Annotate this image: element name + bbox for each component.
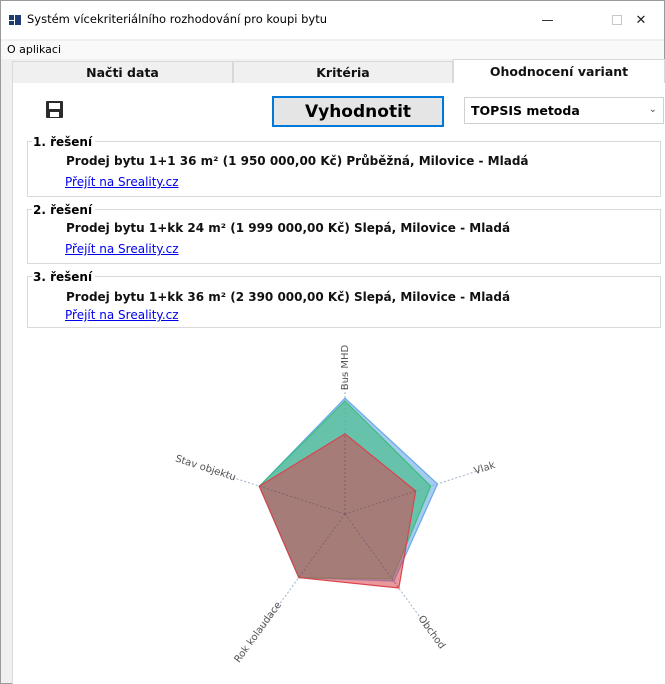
- app-icon: [9, 15, 21, 25]
- evaluate-button[interactable]: Vyhodnotit: [272, 96, 444, 127]
- radar-chart: Bus MHD Vlak Obchod Rok kolaudace Stav objek…: [151, 336, 551, 676]
- sreality-link[interactable]: Přejít na Sreality.cz: [65, 175, 179, 189]
- floppy-disk-icon: [46, 101, 63, 118]
- sreality-link[interactable]: Přejít na Sreality.cz: [65, 308, 179, 322]
- result-group: 2. řešení Prodej bytu 1+kk 24 m² (1 999 …: [27, 203, 661, 264]
- sreality-link[interactable]: Přejít na Sreality.cz: [65, 242, 179, 256]
- window-title: Systém vícekriteriálního rozhodování pro…: [27, 12, 328, 26]
- save-button[interactable]: [43, 98, 67, 122]
- method-select[interactable]: TOPSIS metoda ⌄: [464, 97, 664, 124]
- result-title: 1. řešení: [32, 135, 96, 149]
- result-description: Prodej bytu 1+kk 24 m² (1 999 000,00 Kč)…: [66, 221, 511, 235]
- tab-load-data[interactable]: Načti data: [12, 61, 233, 83]
- app-window: Systém vícekriteriálního rozhodování pro…: [0, 0, 665, 684]
- result-description: Prodej bytu 1+1 36 m² (1 950 000,00 Kč) …: [66, 154, 529, 168]
- tab-evaluation[interactable]: Ohodnocení variant: [453, 59, 665, 83]
- menu-item-about[interactable]: O aplikaci: [7, 43, 61, 56]
- result-group: 1. řešení Prodej bytu 1+1 36 m² (1 950 0…: [27, 135, 661, 197]
- result-group: 3. řešení Prodej bytu 1+kk 36 m² (2 390 …: [27, 270, 661, 328]
- result-description: Prodej bytu 1+kk 36 m² (2 390 000,00 Kč)…: [66, 290, 511, 304]
- minimize-button[interactable]: [524, 1, 570, 39]
- method-select-value: TOPSIS metoda: [471, 103, 580, 118]
- result-title: 2. řešení: [32, 203, 96, 217]
- chevron-down-icon: ⌄: [648, 104, 657, 115]
- menu-bar: O aplikaci: [1, 41, 664, 59]
- result-title: 3. řešení: [32, 270, 96, 284]
- close-button[interactable]: ✕: [618, 1, 664, 39]
- close-icon: ✕: [635, 12, 647, 28]
- tab-strip: Načti data Kritéria Ohodnocení variant: [12, 59, 665, 83]
- title-bar[interactable]: Systém vícekriteriálního rozhodování pro…: [1, 1, 664, 39]
- minimize-icon: [541, 19, 553, 21]
- tab-criteria[interactable]: Kritéria: [233, 61, 453, 83]
- radar-axis-label: Bus MHD: [339, 344, 351, 390]
